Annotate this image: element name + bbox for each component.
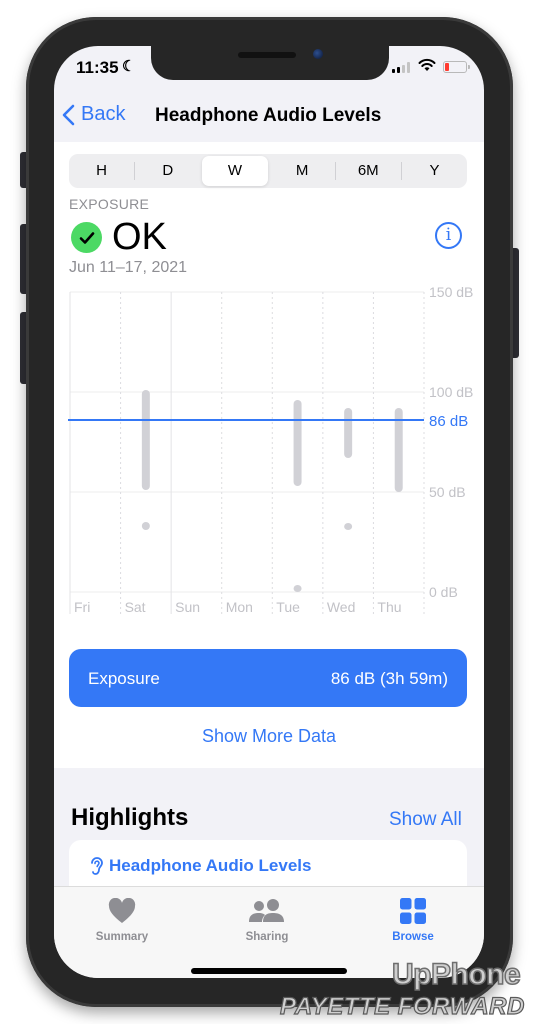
range-bar-sat — [141, 390, 150, 490]
people-icon — [249, 899, 284, 922]
page-title: Headphone Audio Levels — [155, 105, 382, 126]
signal-icon — [392, 62, 410, 73]
range-bar-wed — [344, 408, 353, 458]
show-more-data-link[interactable]: Show More Data — [54, 726, 484, 747]
y-tick-label: 0 dB — [429, 584, 458, 600]
status-time: 11:35 — [76, 58, 119, 77]
exposure-chart[interactable]: 150 dB 100 dB 50 dB 0 dB Fri Sat Sun Mon Tue Wed T… — [54, 142, 484, 682]
y-tick-label: 50 dB — [429, 484, 466, 500]
highlights-heading: Highlights — [71, 804, 189, 831]
ear-icon — [91, 857, 103, 875]
exposure-summary-button[interactable]: Exposure 86 dB (3h 59m) — [69, 649, 467, 707]
tab-sharing[interactable]: Sharing — [212, 895, 322, 943]
grid-icon — [400, 898, 426, 924]
watermark-payette-forward: PAYETTE FORWARD — [279, 992, 525, 1020]
content-panel: H D W M 6M Y EXPOSURE OK i Jun 11–17, 20… — [54, 142, 484, 768]
navigation-bar: Back Headphone Audio Levels — [54, 90, 484, 142]
x-tick-label: Tue — [276, 599, 300, 615]
tab-summary[interactable]: Summary — [67, 895, 177, 943]
y-tick-label: 100 dB — [429, 384, 473, 400]
point-mark-wed — [344, 523, 353, 530]
exposure-button-label: Exposure — [88, 669, 160, 688]
x-tick-label: Fri — [74, 599, 90, 615]
speaker — [238, 52, 296, 58]
show-all-link[interactable]: Show All — [389, 809, 462, 831]
heart-icon — [108, 898, 136, 923]
x-tick-label: Thu — [377, 599, 401, 615]
watermark-upphone: UpPhone — [391, 957, 521, 992]
x-tick-label: Sun — [175, 599, 200, 615]
moon-icon: ☾ — [122, 58, 136, 75]
tab-summary-label: Summary — [95, 931, 149, 943]
battery-icon — [443, 61, 470, 73]
back-button[interactable]: Back — [62, 103, 125, 126]
x-tick-label: Sat — [125, 599, 146, 615]
highlight-card-label: Headphone Audio Levels — [109, 856, 312, 875]
screen: 11:35 ☾ Back Headphone Audio Levels H D … — [54, 46, 484, 978]
point-mark-tue — [293, 585, 302, 592]
range-bar-tue — [293, 400, 302, 486]
tab-browse[interactable]: Browse — [358, 895, 468, 943]
power-button — [513, 248, 519, 358]
wifi-icon — [418, 58, 436, 71]
front-camera — [313, 49, 323, 59]
back-label: Back — [81, 103, 126, 125]
x-tick-label: Mon — [226, 599, 253, 615]
home-indicator[interactable] — [191, 968, 347, 974]
tab-sharing-label: Sharing — [245, 931, 289, 943]
highlight-card-title[interactable]: Headphone Audio Levels — [89, 856, 311, 876]
tab-browse-label: Browse — [392, 931, 434, 943]
y-tick-label: 150 dB — [429, 284, 473, 300]
x-tick-label: Wed — [327, 599, 356, 615]
average-label: 86 dB — [429, 413, 468, 430]
chevron-left-icon — [62, 104, 75, 125]
exposure-button-value: 86 dB (3h 59m) — [330, 669, 448, 688]
notch — [151, 46, 389, 80]
point-mark-sat — [141, 522, 150, 530]
